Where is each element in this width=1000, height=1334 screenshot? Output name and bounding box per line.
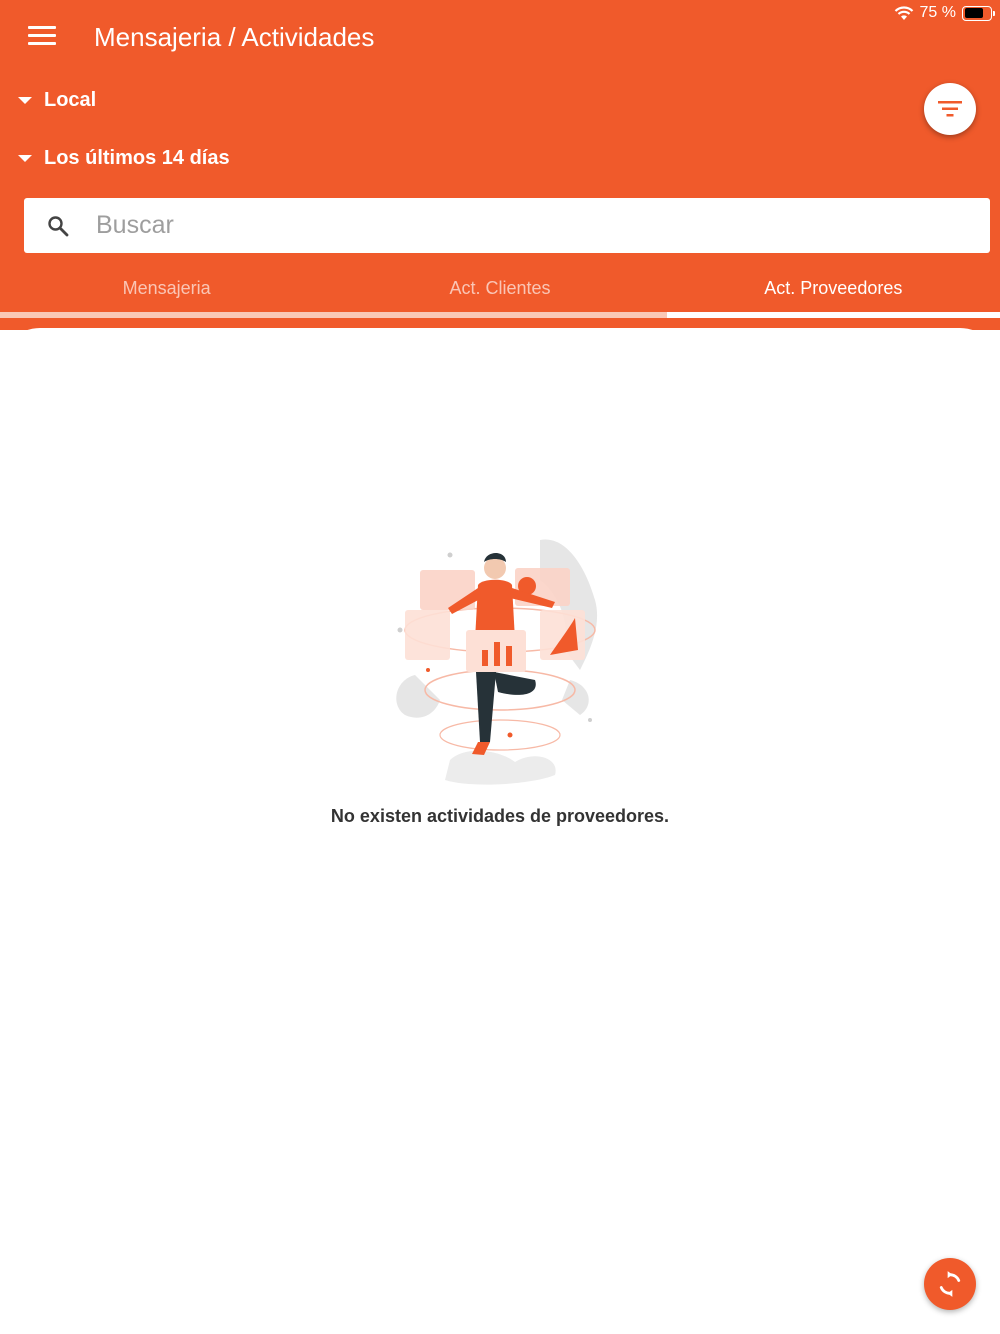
empty-state-illustration — [396, 539, 598, 785]
empty-state-message: No existen actividades de proveedores. — [330, 806, 670, 826]
location-dropdown[interactable]: Local — [18, 89, 96, 112]
tab-active-indicator — [667, 312, 1000, 318]
date-range-label: Los últimos 14 días — [44, 147, 230, 169]
date-range-dropdown[interactable]: Los últimos 14 días — [18, 147, 230, 170]
tab-bar: Mensajeria Act. Clientes Act. Proveedore… — [0, 270, 1000, 318]
tab-act-proveedores[interactable]: Act. Proveedores — [667, 270, 1000, 318]
search-icon — [48, 215, 69, 236]
battery-icon — [962, 5, 995, 21]
refresh-icon — [939, 1271, 961, 1297]
tab-mensajeria[interactable]: Mensajeria — [0, 270, 333, 318]
search-input[interactable] — [96, 211, 956, 240]
refresh-button[interactable] — [924, 1258, 976, 1310]
wifi-icon — [894, 5, 913, 20]
tab-act-clientes[interactable]: Act. Clientes — [333, 270, 666, 318]
caret-down-icon — [18, 97, 32, 104]
filter-icon — [938, 101, 962, 117]
page-title: Mensajeria / Actividades — [94, 22, 375, 52]
content-panel — [0, 328, 1000, 1334]
status-bar: 75 % — [894, 4, 995, 22]
filter-button[interactable] — [924, 83, 976, 135]
search-bar — [24, 198, 990, 253]
caret-down-icon — [18, 155, 32, 162]
app-header: 75 % Mensajeria / Actividades Local Los … — [0, 0, 1000, 330]
location-label: Local — [44, 89, 97, 111]
battery-percent: 75 % — [919, 4, 956, 21]
menu-icon[interactable] — [28, 26, 56, 48]
